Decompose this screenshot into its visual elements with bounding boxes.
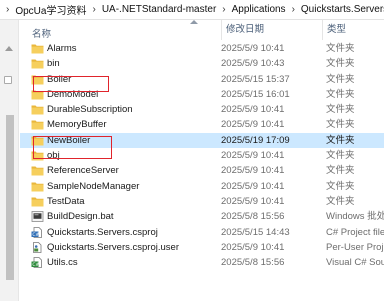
chevron-right-icon[interactable]: ›: [87, 4, 100, 15]
file-row[interactable]: C# Quickstarts.Servers.csproj 2025/5/15 14…: [20, 225, 384, 240]
file-type: Windows 批处: [326, 211, 384, 223]
folder-icon: [31, 181, 44, 192]
file-modified-date: 2025/5/15 16:01: [221, 88, 290, 100]
file-type: 文件夹: [326, 195, 355, 207]
file-modified-date: 2025/5/8 15:56: [221, 211, 285, 223]
file-modified-date: 2025/5/9 10:41: [221, 150, 285, 162]
batch-file-icon: [31, 211, 44, 223]
column-header-date[interactable]: 修改日期: [221, 20, 264, 40]
file-name: ReferenceServer: [47, 165, 119, 177]
file-type: 文件夹: [326, 119, 355, 131]
file-type: C# Project file: [326, 226, 384, 238]
folder-icon: [31, 104, 44, 115]
breadcrumb-item-3[interactable]: Quickstarts.Servers: [300, 4, 384, 15]
svg-text:C#: C#: [32, 262, 39, 268]
file-row[interactable]: DurableSubscription 2025/5/9 10:41 文件夹: [20, 102, 384, 117]
file-name: BuildDesign.bat: [47, 211, 114, 223]
scroll-up-arrow-icon[interactable]: [5, 46, 13, 51]
pin-icon: [4, 76, 12, 84]
file-type: 文件夹: [326, 73, 355, 85]
folder-icon: [31, 119, 44, 130]
navigation-pane-scrollbar[interactable]: [0, 20, 19, 301]
file-name: TestData: [47, 195, 85, 207]
breadcrumb: › OpcUa学习资料 › UA-.NETStandard-master › A…: [0, 0, 384, 20]
file-modified-date: 2025/5/9 10:41: [221, 104, 285, 116]
file-modified-date: 2025/5/9 10:41: [221, 43, 285, 54]
file-name: Quickstarts.Servers.csproj: [47, 226, 158, 238]
folder-icon: [31, 58, 44, 69]
folder-icon: [31, 165, 44, 176]
file-type: 文件夹: [326, 180, 355, 192]
file-type: Visual C# Sou: [326, 257, 384, 269]
file-type: Per-User Proj: [326, 241, 384, 253]
file-type: 文件夹: [326, 134, 355, 146]
sort-ascending-icon: [190, 20, 198, 24]
file-modified-date: 2025/5/19 17:09: [221, 134, 290, 146]
file-name: Utils.cs: [47, 257, 78, 269]
file-modified-date: 2025/5/8 15:56: [221, 257, 285, 269]
chevron-right-icon[interactable]: ›: [287, 4, 300, 15]
file-type: 文件夹: [326, 165, 355, 177]
folder-icon: [31, 196, 44, 207]
cs-file-icon: C#: [31, 257, 44, 268]
file-row[interactable]: Quickstarts.Servers.csproj.user 2025/5/9 …: [20, 240, 384, 255]
breadcrumb-item-0[interactable]: OpcUa学习资料: [14, 2, 87, 17]
file-type: 文件夹: [326, 104, 355, 116]
file-row[interactable]: Alarms 2025/5/9 10:41 文件夹: [20, 41, 384, 56]
file-modified-date: 2025/5/9 10:41: [221, 165, 285, 177]
highlight-box-boiler: [33, 76, 109, 92]
column-header-name[interactable]: 名称: [32, 26, 51, 40]
breadcrumb-item-2[interactable]: Applications: [231, 4, 287, 15]
file-modified-date: 2025/5/9 10:41: [221, 119, 285, 131]
file-type: 文件夹: [326, 88, 355, 100]
column-header: 名称 修改日期 类型: [20, 20, 384, 41]
user-file-icon: [31, 241, 44, 253]
csproj-file-icon: C#: [31, 226, 44, 238]
file-modified-date: 2025/5/9 10:41: [221, 180, 285, 192]
file-name: bin: [47, 58, 60, 70]
file-type: 文件夹: [326, 43, 355, 54]
file-name: DurableSubscription: [47, 104, 133, 116]
file-modified-date: 2025/5/15 14:43: [221, 226, 290, 238]
scrollbar-thumb[interactable]: [6, 115, 14, 280]
file-name: SampleNodeManager: [47, 180, 140, 192]
file-row[interactable]: SampleNodeManager 2025/5/9 10:41 文件夹: [20, 179, 384, 194]
folder-icon: [31, 43, 44, 54]
file-modified-date: 2025/5/9 10:41: [221, 195, 285, 207]
file-type: 文件夹: [326, 150, 355, 162]
file-modified-date: 2025/5/9 10:41: [221, 241, 285, 253]
file-type: 文件夹: [326, 58, 355, 70]
svg-text:C#: C#: [32, 232, 39, 238]
file-row[interactable]: MemoryBuffer 2025/5/9 10:41 文件夹: [20, 117, 384, 132]
chevron-right-icon[interactable]: ›: [1, 4, 14, 15]
highlight-box-newboiler: [33, 136, 112, 159]
file-name: Alarms: [47, 43, 77, 54]
column-header-type[interactable]: 类型: [322, 20, 346, 40]
file-row[interactable]: ReferenceServer 2025/5/9 10:41 文件夹: [20, 163, 384, 178]
file-row[interactable]: TestData 2025/5/9 10:41 文件夹: [20, 194, 384, 209]
breadcrumb-item-1[interactable]: UA-.NETStandard-master: [101, 4, 217, 15]
file-name: MemoryBuffer: [47, 119, 107, 131]
file-row[interactable]: bin 2025/5/9 10:43 文件夹: [20, 56, 384, 71]
file-row[interactable]: BuildDesign.bat 2025/5/8 15:56 Windows 批处: [20, 209, 384, 224]
chevron-right-icon[interactable]: ›: [217, 4, 230, 15]
file-name: Quickstarts.Servers.csproj.user: [47, 241, 179, 253]
file-row[interactable]: C# Utils.cs 2025/5/8 15:56 Visual C# Sou: [20, 255, 384, 270]
file-modified-date: 2025/5/15 15:37: [221, 73, 290, 85]
file-modified-date: 2025/5/9 10:43: [221, 58, 285, 70]
